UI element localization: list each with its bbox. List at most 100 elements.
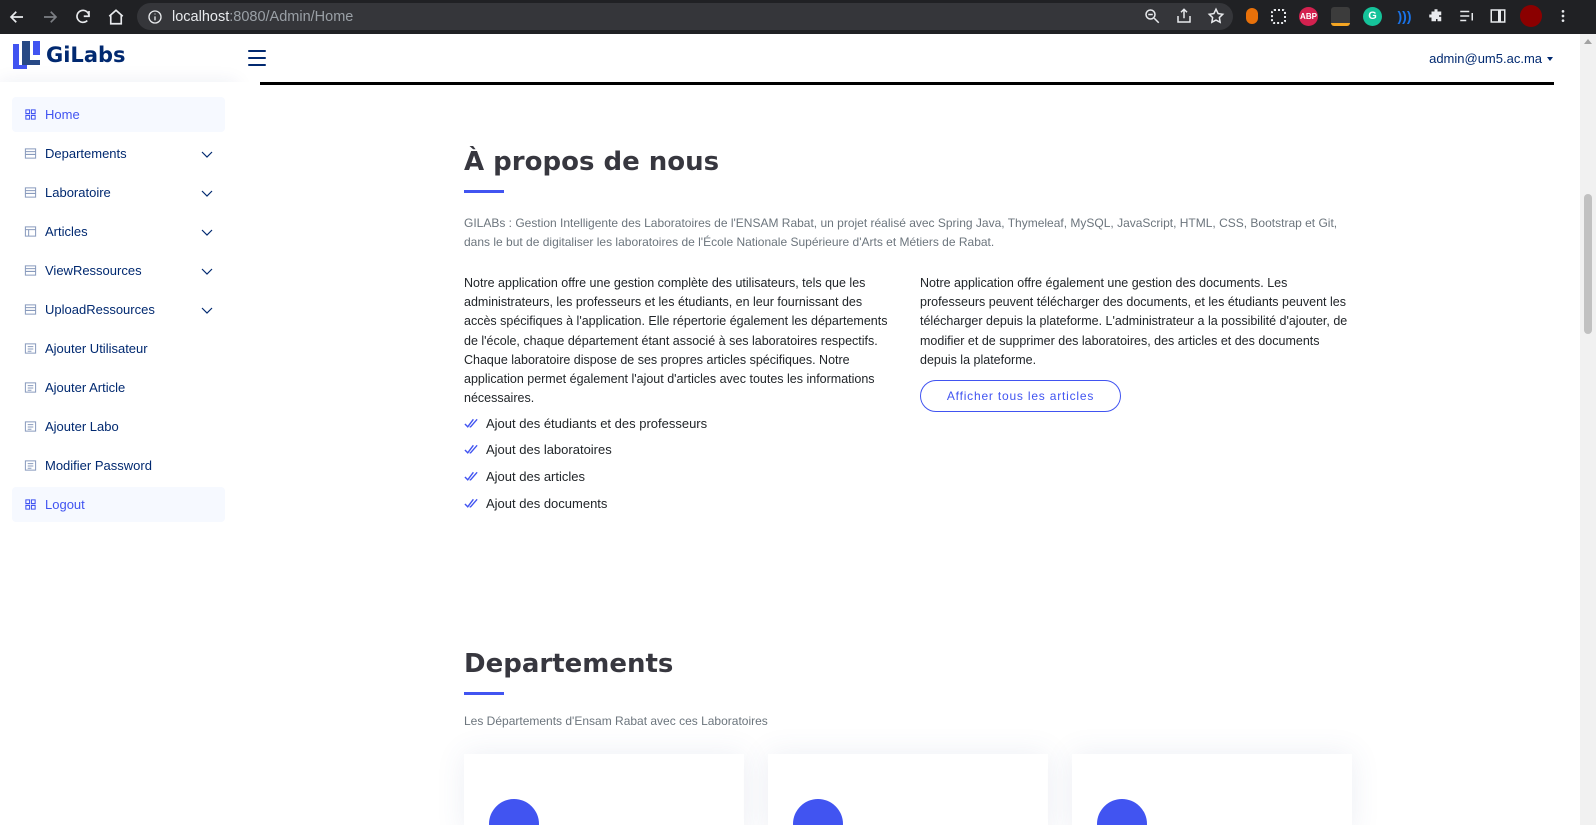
chevron-down-icon	[201, 307, 213, 314]
double-check-icon	[464, 445, 478, 455]
toggle-sidebar-button[interactable]	[248, 50, 266, 66]
sidebar-item-logout[interactable]: Logout	[12, 487, 225, 522]
sidebar-item-label: ViewRessources	[45, 263, 142, 278]
sidebar-item-label: Ajouter Article	[45, 380, 126, 395]
table-icon	[24, 187, 37, 198]
user-menu[interactable]: admin@um5.ac.ma	[1429, 51, 1553, 66]
browser-toolbar: localhost:8080/Admin/Home ABP G )))	[0, 0, 1596, 34]
feature-item: Ajout des étudiants et des professeurs	[464, 410, 707, 437]
feature-list: Ajout des étudiants et des professeurs A…	[464, 410, 707, 516]
departements-title: Departements	[464, 649, 674, 679]
departement-icon	[489, 799, 539, 825]
chevron-down-icon	[201, 268, 213, 275]
share-icon[interactable]	[1175, 7, 1193, 25]
about-intro: GILABs : Gestion Intelligente des Labora…	[464, 216, 1338, 249]
side-panel-icon[interactable]	[1489, 7, 1507, 25]
double-check-icon	[464, 498, 478, 508]
table-icon	[24, 304, 37, 315]
sidebar-item-label: UploadRessources	[45, 302, 155, 317]
sidebar-nav: Home Departements Laboratoire Articles ViewR…	[0, 82, 237, 541]
caret-down-icon	[1547, 56, 1553, 61]
scrollbar-thumb[interactable]	[1584, 194, 1592, 334]
profile-avatar[interactable]	[1520, 5, 1542, 27]
logo[interactable]: GiLabs	[12, 40, 126, 70]
departement-card[interactable]	[768, 754, 1048, 825]
double-check-icon	[464, 418, 478, 428]
sidebar: Home Departements Laboratoire Articles ViewR…	[0, 82, 237, 825]
list-icon	[24, 382, 37, 393]
sidebar-item-ajouter-labo[interactable]: Ajouter Labo	[12, 409, 225, 444]
address-bar[interactable]: localhost:8080/Admin/Home	[137, 3, 1233, 30]
departement-icon	[793, 799, 843, 825]
page-scrollbar[interactable]	[1580, 34, 1596, 825]
info-icon[interactable]	[147, 9, 163, 25]
puzzle-extensions-icon[interactable]	[1427, 7, 1445, 25]
table-icon	[24, 265, 37, 276]
double-check-icon	[464, 471, 478, 481]
dark-extension-icon[interactable]	[1331, 6, 1350, 26]
logo-text: GiLabs	[46, 43, 126, 67]
arrow-left-icon	[9, 11, 23, 23]
sidebar-item-articles[interactable]: Articles	[12, 214, 225, 249]
feature-item: Ajout des documents	[464, 490, 707, 517]
sidebar-item-home[interactable]: Home	[12, 97, 225, 132]
chevron-down-icon	[201, 190, 213, 197]
sidebar-item-label: Laboratoire	[45, 185, 111, 200]
reload-icon	[76, 9, 90, 24]
url-text: localhost:8080/Admin/Home	[172, 8, 354, 25]
home-icon	[108, 9, 124, 25]
sidebar-item-label: Ajouter Utilisateur	[45, 341, 148, 356]
bookmark-star-icon[interactable]	[1207, 7, 1225, 25]
sidebar-item-label: Logout	[45, 497, 85, 512]
forward-button[interactable]	[34, 1, 66, 33]
back-button[interactable]	[1, 1, 33, 33]
layout-icon	[24, 226, 37, 237]
reload-button[interactable]	[67, 1, 99, 33]
sidebar-item-laboratoire[interactable]: Laboratoire	[12, 175, 225, 210]
about-right-paragraph: Notre application offre également une ge…	[920, 276, 1348, 367]
show-all-articles-button[interactable]: Afficher tous les articles	[920, 380, 1121, 412]
list-icon	[24, 460, 37, 471]
title-underline	[464, 692, 504, 695]
sidebar-item-departements[interactable]: Departements	[12, 136, 225, 171]
about-title: À propos de nous	[464, 147, 720, 177]
sidebar-item-uploadressources[interactable]: UploadRessources	[12, 292, 225, 327]
fox-extension-icon[interactable]	[1246, 8, 1258, 24]
more-vert-icon[interactable]	[1555, 7, 1571, 25]
sidebar-item-ajouter-article[interactable]: Ajouter Article	[12, 370, 225, 405]
voice-extension-icon[interactable]: )))	[1395, 7, 1414, 26]
departement-card[interactable]	[1072, 754, 1352, 825]
sidebar-item-label: Ajouter Labo	[45, 419, 119, 434]
home-button[interactable]	[100, 1, 132, 33]
arrow-right-icon	[44, 11, 58, 23]
sidebar-item-label: Home	[45, 107, 80, 122]
feature-item: Ajout des laboratoires	[464, 437, 707, 464]
chevron-down-icon	[201, 229, 213, 236]
sidebar-item-label: Departements	[45, 146, 127, 161]
adblock-extension-icon[interactable]: ABP	[1299, 6, 1318, 26]
zoom-icon[interactable]	[1143, 7, 1161, 25]
grammarly-extension-icon[interactable]: G	[1363, 6, 1382, 26]
grid-extension-icon[interactable]	[1271, 8, 1286, 24]
sidebar-item-label: Articles	[45, 224, 88, 239]
title-underline	[464, 190, 504, 193]
sidebar-item-ajouter-utilisateur[interactable]: Ajouter Utilisateur	[12, 331, 225, 366]
departements-subtitle: Les Départements d'Ensam Rabat avec ces …	[464, 714, 768, 728]
divider	[260, 82, 1554, 85]
departement-card[interactable]	[464, 754, 744, 825]
user-email: admin@um5.ac.ma	[1429, 51, 1542, 66]
scroll-up-arrow[interactable]	[1584, 39, 1592, 44]
table-icon	[24, 148, 37, 159]
feature-item: Ajout des articles	[464, 463, 707, 490]
about-left-paragraph: Notre application offre une gestion comp…	[464, 276, 888, 406]
extensions-bar: ABP G )))	[1246, 5, 1571, 27]
sidebar-item-modifier-password[interactable]: Modifier Password	[12, 448, 225, 483]
app-header: GiLabs admin@um5.ac.ma	[0, 34, 1580, 82]
chevron-down-icon	[201, 151, 213, 158]
reading-list-icon[interactable]	[1458, 7, 1476, 25]
logo-icon	[13, 41, 40, 69]
departement-icon	[1097, 799, 1147, 825]
list-icon	[24, 343, 37, 354]
sidebar-item-label: Modifier Password	[45, 458, 152, 473]
sidebar-item-viewressources[interactable]: ViewRessources	[12, 253, 225, 288]
